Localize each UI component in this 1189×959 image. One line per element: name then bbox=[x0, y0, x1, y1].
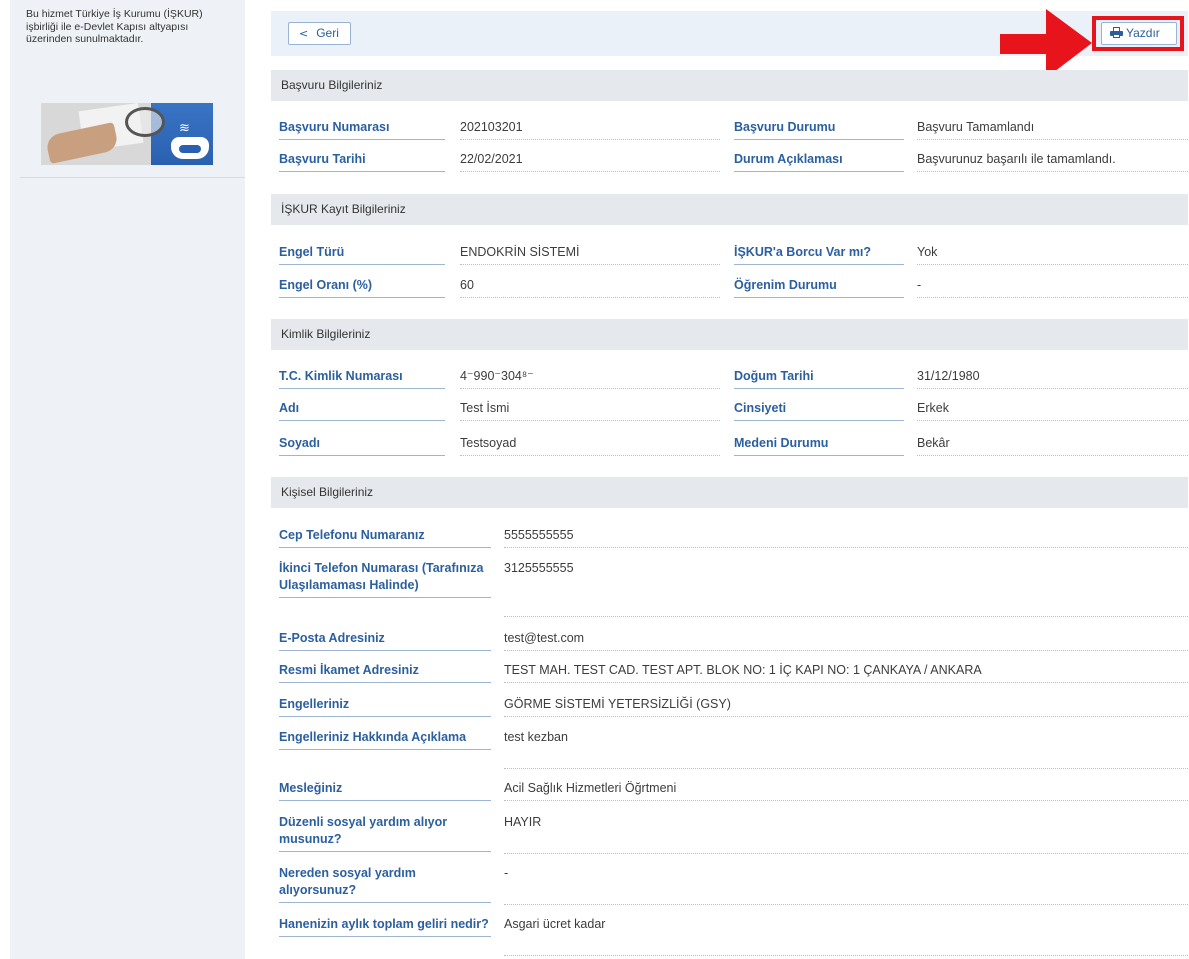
cinsiyeti-value: Erkek bbox=[917, 400, 1188, 421]
durum-aciklamasi-value: Başvurunuz başarılı ile tamamlandı. bbox=[917, 151, 1188, 172]
sidebar-divider bbox=[20, 177, 245, 178]
e-posta-label: E-Posta Adresiniz bbox=[279, 630, 491, 651]
hane-geliri-value: Asgari ücret kadar bbox=[504, 916, 1188, 956]
ikamet-adresi-label: Resmi İkamet Adresiniz bbox=[279, 662, 491, 683]
iskur-borcu-value: Yok bbox=[917, 244, 1188, 265]
basvuru-numarasi-label: Başvuru Numarası bbox=[279, 119, 445, 140]
soyadi-value: Testsoyad bbox=[460, 435, 720, 456]
iskur-borcu-label: İŞKUR'a Borcu Var mı? bbox=[734, 244, 904, 265]
engel-orani-value: 60 bbox=[460, 277, 720, 298]
section-basvuru-header: Başvuru Bilgileriniz bbox=[271, 70, 1188, 101]
basvuru-durumu-value: Başvuru Tamamlandı bbox=[917, 119, 1188, 140]
accessibility-banner-image: ≋ bbox=[41, 103, 213, 165]
basvuru-numarasi-value: 202103201 bbox=[460, 119, 720, 140]
medeni-durumu-value: Bekâr bbox=[917, 435, 1188, 456]
engel-orani-label: Engel Oranı (%) bbox=[279, 277, 445, 298]
engel-turu-label: Engel Türü bbox=[279, 244, 445, 265]
tc-kimlik-label: T.C. Kimlik Numarası bbox=[279, 368, 445, 389]
dogum-tarihi-label: Doğum Tarihi bbox=[734, 368, 904, 389]
hane-geliri-label: Hanenizin aylık toplam geliri nedir? bbox=[279, 916, 491, 937]
ogrenim-durumu-value: - bbox=[917, 277, 1188, 298]
medeni-durumu-label: Medeni Durumu bbox=[734, 435, 904, 456]
cep-telefonu-label: Cep Telefonu Numaranız bbox=[279, 527, 491, 548]
cinsiyeti-label: Cinsiyeti bbox=[734, 400, 904, 421]
engelleriniz-value: GÖRME SİSTEMİ YETERSİZLİĞİ (GSY) bbox=[504, 696, 1188, 717]
back-button-label: Geri bbox=[316, 26, 339, 40]
engelleriniz-label: Engelleriniz bbox=[279, 696, 491, 717]
cep-telefonu-value: 5555555555 bbox=[504, 527, 1188, 548]
adi-value: Test İsmi bbox=[460, 400, 720, 421]
ikinci-telefon-label: İkinci Telefon Numarası (Tarafınıza Ulaş… bbox=[279, 560, 491, 598]
basvuru-tarihi-label: Başvuru Tarihi bbox=[279, 151, 445, 172]
print-highlight-box bbox=[1092, 16, 1184, 51]
tc-kimlik-value: 4⁻990⁻304⁸⁻ bbox=[460, 368, 720, 389]
sosyal-yardim-label: Düzenli sosyal yardım alıyor musunuz? bbox=[279, 814, 491, 852]
back-button[interactable]: < Geri bbox=[288, 22, 351, 45]
dogum-tarihi-value: 31/12/1980 bbox=[917, 368, 1188, 389]
yardim-kaynagi-value: - bbox=[504, 865, 1188, 905]
sosyal-yardim-value: HAYIR bbox=[504, 814, 1188, 854]
adi-label: Adı bbox=[279, 400, 445, 421]
service-info-text: Bu hizmet Türkiye İş Kurumu (İŞKUR) işbi… bbox=[26, 8, 203, 45]
meslek-label: Mesleğiniz bbox=[279, 780, 491, 801]
e-posta-value: test@test.com bbox=[504, 630, 1188, 651]
engel-turu-value: ENDOKRİN SİSTEMİ bbox=[460, 244, 720, 265]
chevron-left-icon: < bbox=[299, 27, 309, 40]
ogrenim-durumu-label: Öğrenim Durumu bbox=[734, 277, 904, 298]
engel-aciklama-label: Engelleriniz Hakkında Açıklama bbox=[279, 729, 491, 750]
soyadi-label: Soyadı bbox=[279, 435, 445, 456]
ikamet-adresi-value: TEST MAH. TEST CAD. TEST APT. BLOK NO: 1… bbox=[504, 662, 1188, 683]
section-iskur-header: İŞKUR Kayıt Bilgileriniz bbox=[271, 194, 1188, 225]
basvuru-tarihi-value: 22/02/2021 bbox=[460, 151, 720, 172]
section-kisisel-header: Kişisel Bilgileriniz bbox=[271, 477, 1188, 508]
ikinci-telefon-value: 3125555555 bbox=[504, 560, 1188, 617]
basvuru-durumu-label: Başvuru Durumu bbox=[734, 119, 904, 140]
meslek-value: Acil Sağlık Hizmetleri Öğrtmeni bbox=[504, 780, 1188, 801]
sidebar: Bu hizmet Türkiye İş Kurumu (İŞKUR) işbi… bbox=[10, 0, 245, 959]
durum-aciklamasi-label: Durum Açıklaması bbox=[734, 151, 904, 172]
section-kimlik-header: Kimlik Bilgileriniz bbox=[271, 319, 1188, 350]
red-arrow-annotation bbox=[1000, 9, 1092, 78]
yardim-kaynagi-label: Nereden sosyal yardım alıyorsunuz? bbox=[279, 865, 491, 903]
engel-aciklama-value: test kezban bbox=[504, 729, 1188, 769]
